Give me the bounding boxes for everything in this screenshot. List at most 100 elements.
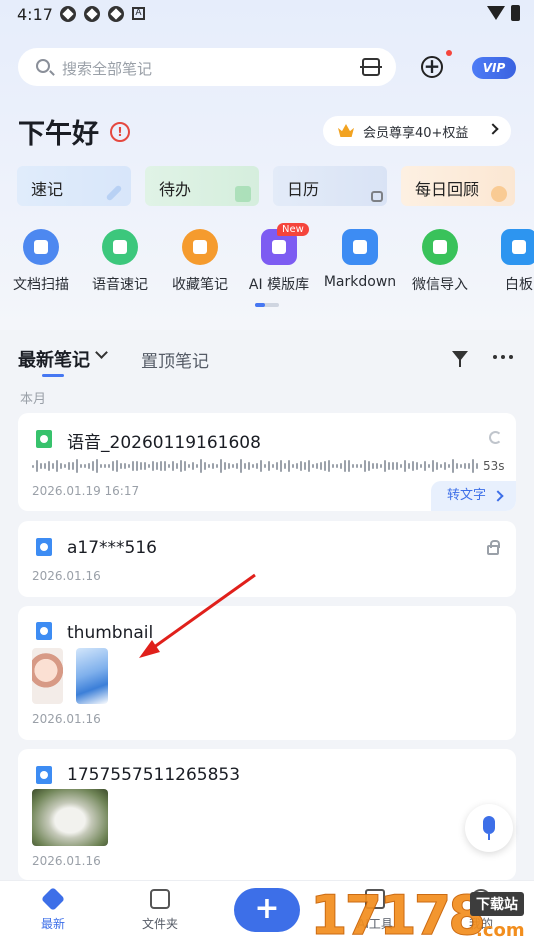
waveform-bar: [396, 462, 398, 470]
waveform-bar: [476, 463, 478, 469]
nav-folder[interactable]: 文件夹: [130, 889, 190, 932]
waveform-bar: [312, 463, 314, 469]
waveform-bar: [116, 459, 118, 473]
waveform-bar: [104, 463, 106, 469]
waveform-bar: [100, 464, 102, 468]
audio-waveform: [32, 457, 480, 475]
home-icon: [40, 886, 66, 912]
vip-badge[interactable]: VIP: [472, 57, 516, 79]
waveform-bar: [388, 461, 390, 471]
waveform-bar: [440, 464, 442, 468]
voice-record-button[interactable]: [465, 804, 513, 852]
tool-saved-notes[interactable]: 收藏笔记: [161, 226, 239, 294]
add-circle-icon[interactable]: +: [421, 56, 443, 78]
waveform-bar: [260, 459, 262, 473]
wifi-icon: [487, 6, 505, 20]
waveform-bar: [120, 463, 122, 469]
waveform-bar: [324, 461, 326, 471]
alert-icon[interactable]: !: [110, 122, 130, 142]
tool-voice-memo[interactable]: 语音速记: [81, 226, 159, 294]
waveform-bar: [44, 463, 46, 469]
more-icon[interactable]: [493, 355, 513, 359]
waveform-bar: [284, 463, 286, 469]
transcribe-button[interactable]: 转文字: [431, 481, 516, 511]
waveform-bar: [308, 459, 310, 473]
waveform-bar: [336, 464, 338, 468]
waveform-bar: [172, 461, 174, 471]
waveform-bar: [296, 462, 298, 470]
nav-label: 文件夹: [141, 917, 178, 931]
nav-latest[interactable]: 最新: [23, 886, 83, 932]
waveform-bar: [32, 464, 34, 468]
waveform-bar: [384, 460, 386, 472]
waveform-bar: [40, 463, 42, 469]
tools-pager: [255, 303, 279, 307]
scan-icon[interactable]: [360, 58, 382, 76]
waveform-bar: [392, 461, 394, 471]
waveform-bar: [400, 463, 402, 469]
waveform-bar: [48, 461, 50, 471]
quick-card-todo[interactable]: 待办: [145, 166, 259, 206]
waveform-bar: [200, 459, 202, 473]
waveform-bar: [412, 460, 414, 472]
note-card[interactable]: 1757557511265853 2026.01.16: [18, 749, 516, 880]
tab-underline: [42, 374, 64, 377]
waveform-bar: [368, 460, 370, 472]
quick-card-daily-review[interactable]: 每日回顾: [401, 166, 515, 206]
waveform-bar: [52, 463, 54, 469]
note-title: 1757557511265853: [67, 765, 241, 785]
quick-card-memo[interactable]: 速记: [17, 166, 131, 206]
tool-ai-templates[interactable]: AI 模版库: [240, 226, 318, 294]
tool-wechat-import[interactable]: 微信导入: [401, 226, 479, 294]
note-date: 2026.01.19 16:17: [32, 484, 140, 498]
chevron-right-icon: [487, 123, 499, 135]
quick-card-label: 每日回顾: [415, 180, 480, 199]
tool-markdown[interactable]: Markdown: [321, 226, 399, 290]
waveform-bar: [144, 461, 146, 471]
waveform-bar: [232, 464, 234, 468]
waveform-bar: [148, 464, 150, 468]
quick-card-calendar[interactable]: 日历: [273, 166, 387, 206]
search-input[interactable]: 搜索全部笔记: [18, 48, 396, 86]
waveform-bar: [244, 463, 246, 469]
note-card[interactable]: 语音_20260119161608 53s 2026.01.19 16:17 转…: [18, 413, 516, 511]
waveform-bar: [376, 463, 378, 469]
chevron-down-icon[interactable]: [95, 346, 108, 359]
note-date: 2026.01.16: [32, 854, 101, 868]
waveform-bar: [196, 464, 198, 468]
waveform-bar: [96, 459, 98, 473]
waveform-bar: [468, 462, 470, 470]
notification-icon: [60, 6, 76, 22]
waveform-bar: [208, 463, 210, 469]
add-note-button[interactable]: +: [234, 888, 300, 932]
watermark-tag: 下载站: [470, 892, 524, 916]
tab-pinned-notes[interactable]: 置顶笔记: [141, 347, 209, 372]
tab-latest-notes[interactable]: 最新笔记: [18, 346, 90, 372]
filter-icon[interactable]: [452, 351, 468, 367]
quick-card-label: 日历: [287, 180, 320, 199]
battery-icon: [511, 5, 520, 21]
waveform-bar: [168, 464, 170, 468]
waveform-bar: [164, 461, 166, 471]
note-title: a17***516: [67, 538, 157, 558]
waveform-bar: [236, 462, 238, 470]
tool-whiteboard[interactable]: 白板: [480, 226, 534, 294]
waveform-bar: [272, 463, 274, 469]
waveform-bar: [108, 464, 110, 468]
greeting: 下午好: [18, 119, 99, 150]
tool-doc-scan[interactable]: 文档扫描: [2, 226, 80, 294]
waveform-bar: [276, 462, 278, 470]
note-card[interactable]: a17***516 2026.01.16: [18, 521, 516, 597]
tool-label: AI 模版库: [248, 277, 310, 293]
vip-benefits-banner[interactable]: 会员尊享40+权益: [323, 116, 511, 146]
site-watermark: 17178 下载站 .com: [306, 884, 534, 950]
vip-banner-text: 会员尊享40+权益: [363, 126, 469, 141]
waveform-bar: [432, 459, 434, 473]
status-time: 4:17: [17, 5, 53, 24]
a-indicator-icon: A: [132, 7, 145, 20]
waveform-bar: [152, 460, 154, 472]
note-card[interactable]: thumbnail 2026.01.16: [18, 606, 516, 740]
waveform-bar: [60, 463, 62, 469]
note-thumbnail: [76, 648, 108, 704]
waveform-bar: [264, 464, 266, 468]
